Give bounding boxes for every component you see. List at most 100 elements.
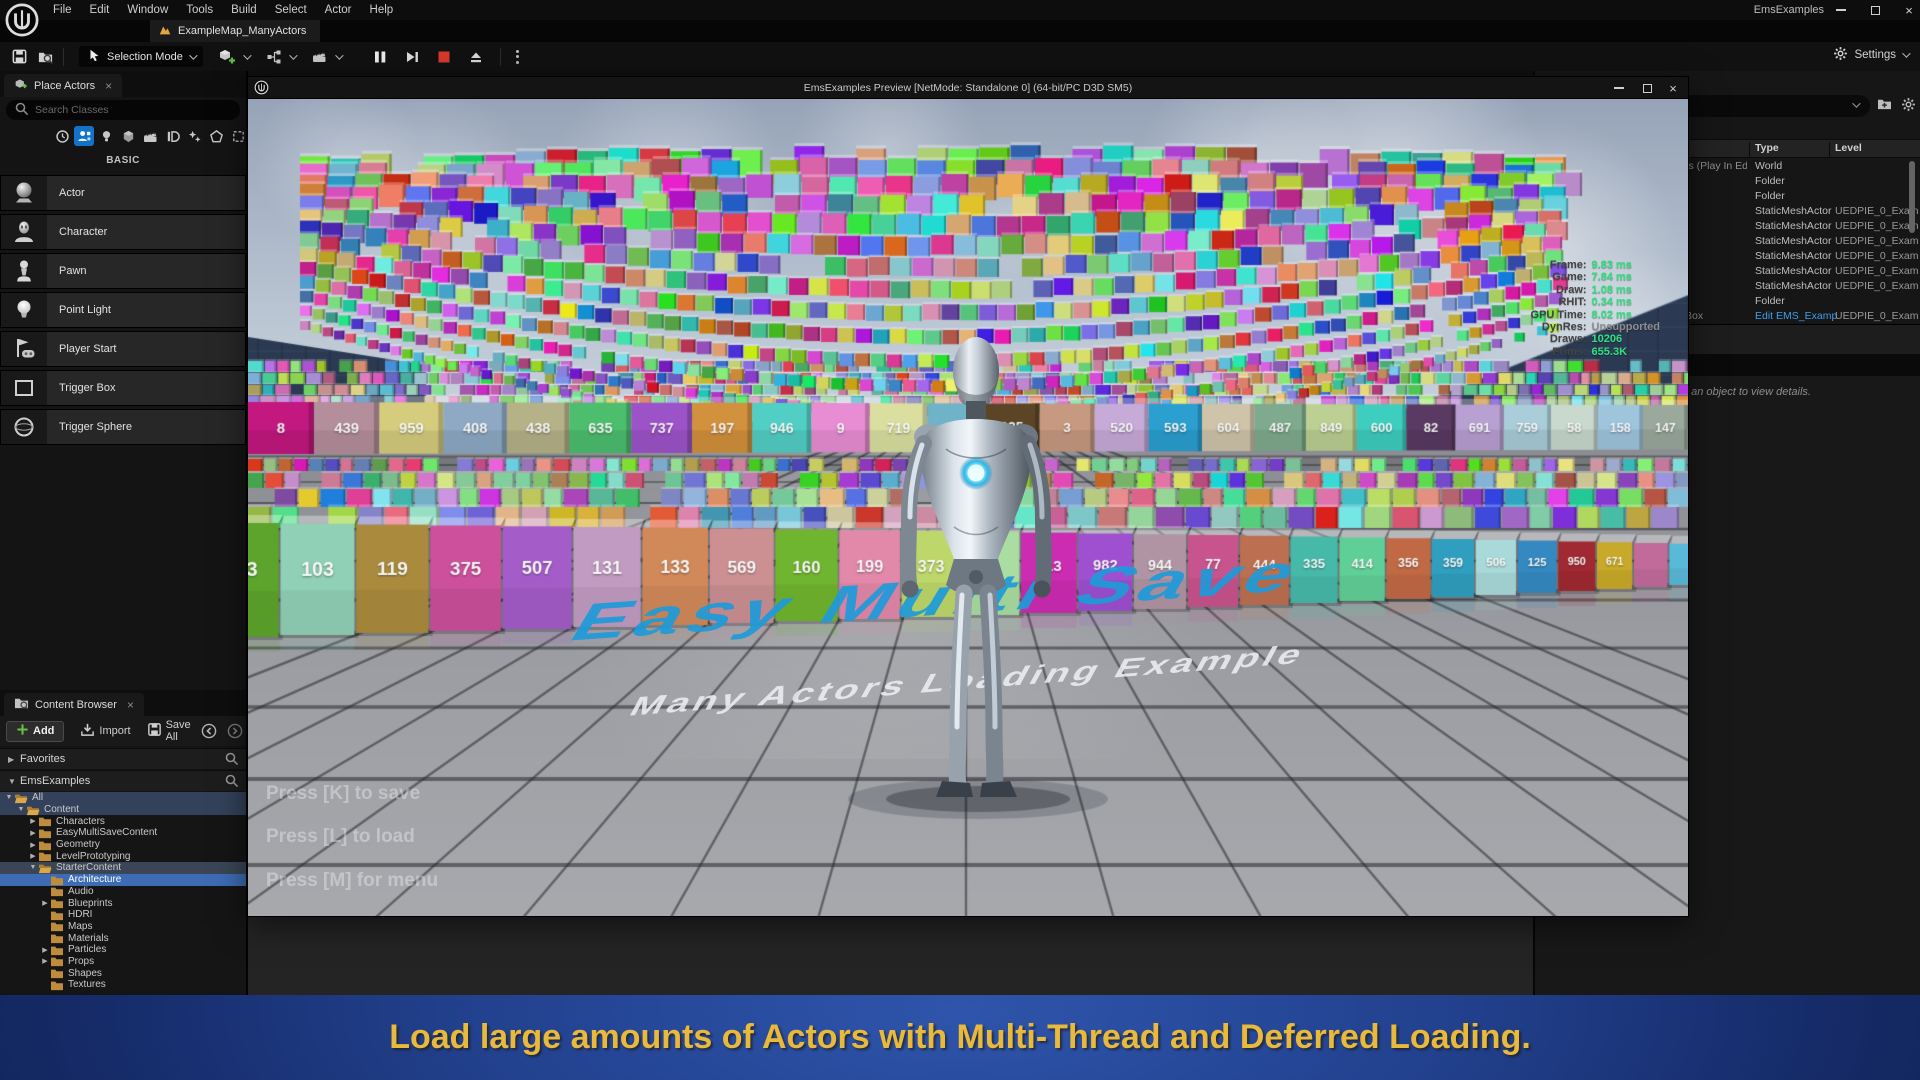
maximize-button[interactable] <box>1860 0 1890 20</box>
settings-button[interactable]: Settings <box>1833 46 1908 64</box>
eject-button[interactable] <box>463 45 489 69</box>
place-item-actor[interactable]: Actor <box>0 175 246 211</box>
column-level[interactable]: Level <box>1835 142 1862 154</box>
place-item-point-light[interactable]: Point Light <box>0 292 246 328</box>
new-folder-icon[interactable] <box>1877 97 1892 115</box>
project-section[interactable]: ▼ EmsExamples <box>0 770 246 791</box>
visual-effects-filter-icon[interactable] <box>184 126 204 146</box>
tree-item-hdri[interactable]: HDRI <box>0 909 246 921</box>
stop-button[interactable] <box>431 45 457 69</box>
tree-expander-icon[interactable]: ▶ <box>40 957 50 965</box>
outliner-scrollbar[interactable] <box>1909 161 1915 233</box>
save-all-label: Save All <box>166 719 191 743</box>
play-options-menu[interactable] <box>516 50 519 64</box>
tree-expander-icon[interactable]: ▶ <box>40 946 50 954</box>
place-item-character[interactable]: Character <box>0 214 246 250</box>
blueprints-button[interactable] <box>261 45 295 69</box>
place-actors-tab[interactable]: Place Actors × <box>4 74 122 97</box>
tree-item-geometry[interactable]: ▶Geometry <box>0 839 246 851</box>
tree-item-audio[interactable]: Audio <box>0 886 246 898</box>
favorites-label: Favorites <box>20 753 65 765</box>
tree-item-characters[interactable]: ▶Characters <box>0 815 246 827</box>
maximize-button[interactable] <box>1634 77 1660 99</box>
frame-skip-button[interactable] <box>399 45 425 69</box>
save-icon[interactable] <box>6 45 32 69</box>
tree-item-maps[interactable]: Maps <box>0 921 246 933</box>
media-filter-icon[interactable] <box>162 126 182 146</box>
tree-expander-icon[interactable]: ▶ <box>28 829 38 837</box>
close-button[interactable]: × <box>1660 77 1686 99</box>
tree-expander-icon[interactable]: ▼ <box>16 806 26 813</box>
add-actor-button[interactable] <box>215 45 249 69</box>
menu-actor[interactable]: Actor <box>316 0 361 20</box>
tree-item-content[interactable]: ▼Content <box>0 804 246 816</box>
tree-item-props[interactable]: ▶Props <box>0 956 246 968</box>
unreal-engine-logo-icon[interactable] <box>4 2 40 43</box>
forward-button[interactable] <box>227 723 243 739</box>
tree-item-particles[interactable]: ▶Particles <box>0 944 246 956</box>
back-button[interactable] <box>201 723 217 739</box>
search-icon[interactable] <box>224 751 238 768</box>
outliner-edit-link[interactable]: Edit EMS_Examp <box>1755 309 1837 324</box>
asset-tab[interactable]: ExampleMap_ManyActors <box>150 20 320 42</box>
menu-window[interactable]: Window <box>118 0 177 20</box>
menu-edit[interactable]: Edit <box>81 0 119 20</box>
column-type[interactable]: Type <box>1755 142 1779 154</box>
minimize-button[interactable] <box>1826 0 1856 20</box>
tree-expander-icon[interactable]: ▼ <box>4 794 14 801</box>
tree-item-startercontent[interactable]: ▼StarterContent <box>0 862 246 874</box>
close-button[interactable]: × <box>1894 0 1920 20</box>
place-item-label: Trigger Box <box>47 371 245 405</box>
tree-expander-icon[interactable]: ▶ <box>28 817 38 825</box>
tree-item-architecture[interactable]: Architecture <box>0 874 246 886</box>
pie-preview-window: EmsExamples Preview [NetMode: Standalone… <box>247 76 1689 917</box>
geometry-filter-icon[interactable] <box>206 126 226 146</box>
search-icon[interactable] <box>224 773 238 790</box>
save-all-button[interactable]: Save All <box>147 719 191 743</box>
selection-mode-dropdown[interactable]: Selection Mode <box>79 46 203 67</box>
tree-expander-icon[interactable]: ▼ <box>28 864 38 871</box>
tree-item-levelprototyping[interactable]: ▶LevelPrototyping <box>0 850 246 862</box>
menu-file[interactable]: File <box>44 0 81 20</box>
place-item-player-start[interactable]: Player Start <box>0 331 246 367</box>
minimize-button[interactable] <box>1606 77 1632 99</box>
basic-filter-icon[interactable] <box>74 126 94 146</box>
tree-item-blueprints[interactable]: ▶ Blueprints <box>0 897 246 909</box>
menu-help[interactable]: Help <box>361 0 403 20</box>
close-icon[interactable]: × <box>127 698 134 712</box>
shapes-filter-icon[interactable] <box>118 126 138 146</box>
browse-content-icon[interactable] <box>32 45 58 69</box>
place-item-trigger-box[interactable]: Trigger Box <box>0 370 246 406</box>
recently-placed-filter-icon[interactable] <box>52 126 72 146</box>
search-classes-box[interactable] <box>6 100 240 120</box>
favorites-section[interactable]: ▶ Favorites <box>0 748 246 769</box>
search-classes-input[interactable] <box>33 103 213 117</box>
place-item-pawn[interactable]: Pawn <box>0 253 246 289</box>
volumes-filter-icon[interactable] <box>228 126 248 146</box>
tree-item-textures[interactable]: Textures <box>0 979 246 991</box>
gear-icon[interactable] <box>1901 97 1916 117</box>
place-item-trigger-sphere[interactable]: Trigger Sphere <box>0 409 246 445</box>
tree-item-all[interactable]: ▼All <box>0 792 246 804</box>
cinematics-button[interactable] <box>307 45 341 69</box>
add-button[interactable]: Add <box>6 721 64 742</box>
tree-item-easymultisavecontent[interactable]: ▶EasyMultiSaveContent <box>0 827 246 839</box>
tree-expander-icon[interactable]: ▶ <box>28 841 38 849</box>
cinematic-filter-icon[interactable] <box>140 126 160 146</box>
menu-tools[interactable]: Tools <box>177 0 222 20</box>
content-browser-tab[interactable]: Content Browser × <box>4 693 144 716</box>
tree-expander-icon[interactable]: ▶ <box>28 852 38 860</box>
menu-select[interactable]: Select <box>266 0 316 20</box>
lights-filter-icon[interactable] <box>96 126 116 146</box>
close-icon[interactable]: × <box>105 79 112 93</box>
tree-item-label: Blueprints <box>68 898 112 909</box>
import-button[interactable]: Import <box>80 722 130 740</box>
preview-titlebar[interactable]: EmsExamples Preview [NetMode: Standalone… <box>248 77 1688 99</box>
tree-item-materials[interactable]: Materials <box>0 932 246 944</box>
game-viewport[interactable]: Easy Multi Save Many Actors Loading Exam… <box>248 99 1688 916</box>
menu-build[interactable]: Build <box>222 0 266 20</box>
tree-expander-icon[interactable]: ▶ <box>40 899 50 907</box>
tree-item-shapes[interactable]: Shapes <box>0 967 246 979</box>
pause-button[interactable] <box>367 45 393 69</box>
outliner-row-type: StaticMeshActor <box>1755 219 1831 234</box>
